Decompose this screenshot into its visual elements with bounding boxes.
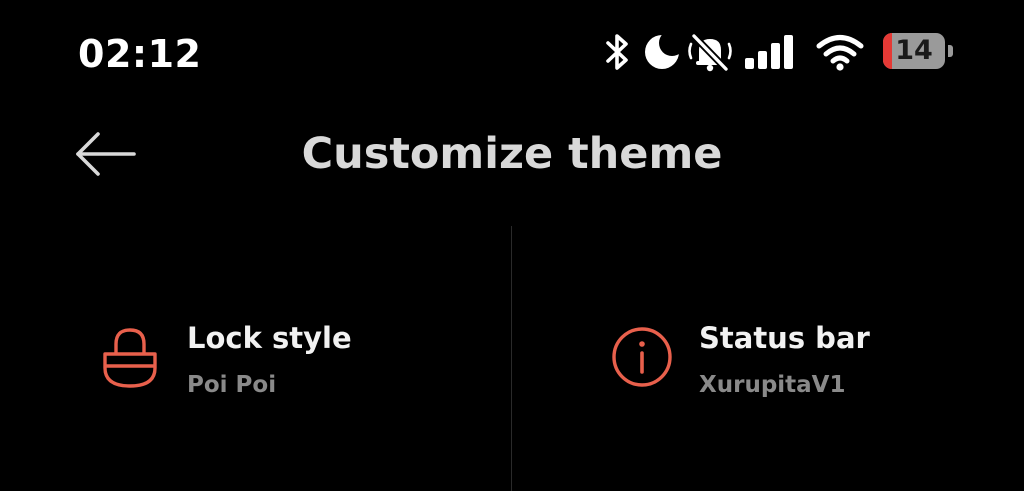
status-bar-item[interactable]: Status bar XurupitaV1 [572,290,1002,430]
lock-icon [103,328,157,388]
column-divider [511,226,512,491]
battery-cap [948,45,953,57]
status-bar-text: Status bar XurupitaV1 [699,318,870,400]
info-icon [612,327,672,387]
moon-icon [645,35,679,69]
status-bar-title: Status bar [699,321,870,355]
page-title: Customize theme [301,129,723,179]
bluetooth-icon [606,34,628,70]
status-bar: 02:12 14 [0,0,1024,100]
signal-icon [745,35,793,69]
vibrate-mute-icon [688,32,732,72]
wifi-icon [816,35,864,71]
lock-style-value: Poi Poi [187,372,277,398]
lock-style-title: Lock style [187,321,352,355]
status-clock: 02:12 [78,32,202,76]
lock-style-item[interactable]: Lock style Poi Poi [60,290,490,430]
header: Customize theme [0,110,1024,200]
battery-icon: 14 [883,33,953,69]
status-bar-value: XurupitaV1 [699,372,846,398]
lock-style-text: Lock style Poi Poi [187,318,352,400]
battery-level: 14 [895,35,933,66]
